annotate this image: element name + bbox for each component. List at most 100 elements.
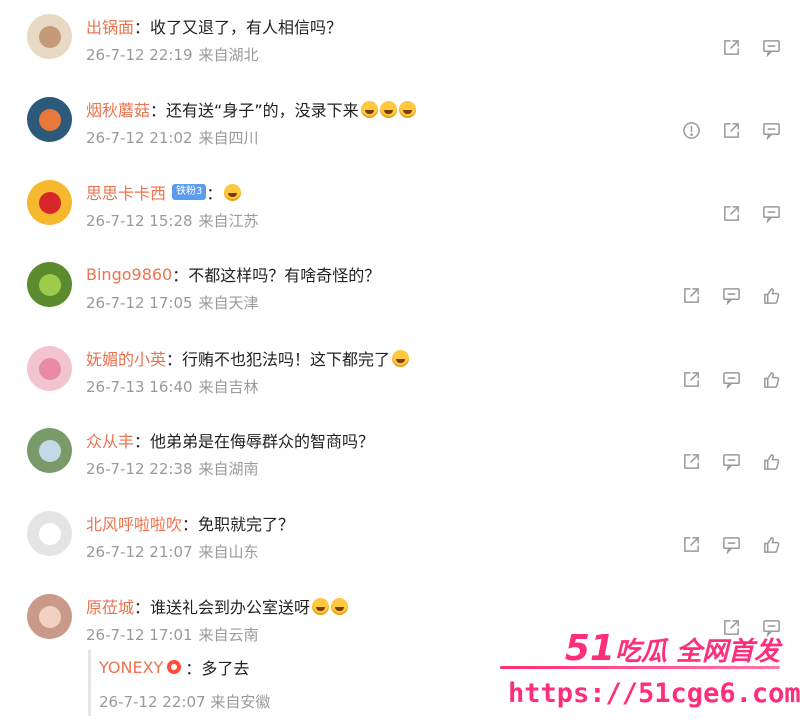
avatar-image bbox=[38, 439, 61, 462]
comment-item: Bingo9860：不都这样吗？有啥奇怪的？ 26-7-12 17:05 来自天津 bbox=[0, 248, 800, 331]
watermark-url: https://51cge6.com bbox=[508, 678, 800, 709]
username[interactable]: 北风呼啦啦吹 bbox=[86, 511, 182, 535]
comment-icon[interactable] bbox=[720, 284, 742, 306]
username[interactable]: 思思卡卡西 bbox=[86, 180, 166, 204]
comment-line: 思思卡卡西 铁粉3： bbox=[86, 180, 242, 204]
reply-line: YONEXY ： 多了去 bbox=[99, 655, 349, 679]
like-icon[interactable] bbox=[760, 284, 782, 306]
comment-text: 他弟弟是在侮辱群众的智商吗？ bbox=[150, 432, 375, 451]
avatar[interactable] bbox=[27, 262, 72, 307]
like-icon[interactable] bbox=[760, 533, 782, 555]
colon: ： bbox=[134, 598, 151, 617]
comment-meta: 26-7-12 21:02 来自四川 bbox=[86, 127, 259, 148]
timestamp: 26-7-12 21:07 bbox=[86, 543, 193, 561]
watermark-brand: 51吃瓜 全网首发 bbox=[565, 628, 780, 669]
location: 来自四川 bbox=[198, 129, 259, 147]
avatar-image bbox=[38, 273, 61, 296]
location: 来自吉林 bbox=[198, 378, 259, 396]
avatar[interactable] bbox=[27, 346, 72, 391]
username[interactable]: 出锅面 bbox=[86, 14, 134, 38]
comment-meta: 26-7-12 22:19 来自湖北 bbox=[86, 44, 259, 65]
avatar-image bbox=[38, 191, 61, 214]
location: 来自湖南 bbox=[198, 460, 259, 478]
colon: ： bbox=[166, 350, 183, 369]
reply-username[interactable]: YONEXY bbox=[99, 658, 163, 677]
username[interactable]: 烟秋蘑菇 bbox=[86, 97, 150, 121]
avatar[interactable] bbox=[27, 180, 72, 225]
comment-meta: 26-7-13 16:40 来自吉林 bbox=[86, 376, 259, 397]
avatar[interactable] bbox=[27, 511, 72, 556]
comment-text: 免职就完了？ bbox=[198, 515, 295, 534]
share-icon[interactable] bbox=[720, 36, 742, 58]
share-icon[interactable] bbox=[680, 450, 702, 472]
colon: ： bbox=[182, 515, 199, 534]
reply-location: 来自安徽 bbox=[210, 693, 271, 711]
reply-text: 多了去 bbox=[201, 659, 250, 678]
comment-item: 出锅面：收了又退了，有人相信吗？ 26-7-12 22:19 来自湖北 bbox=[0, 0, 800, 83]
comment-line: Bingo9860：不都这样吗？有啥奇怪的？ bbox=[86, 262, 380, 286]
comment-text: 收了又退了，有人相信吗？ bbox=[150, 18, 343, 37]
comment-line: 出锅面：收了又退了，有人相信吗？ bbox=[86, 14, 342, 38]
share-icon[interactable] bbox=[680, 284, 702, 306]
comment-line: 众从丰：他弟弟是在侮辱群众的智商吗？ bbox=[86, 428, 374, 452]
comment-actions bbox=[662, 450, 782, 472]
comment-icon[interactable] bbox=[720, 533, 742, 555]
timestamp: 26-7-13 16:40 bbox=[86, 378, 193, 396]
colon: ： bbox=[134, 18, 151, 37]
avatar[interactable] bbox=[27, 428, 72, 473]
emoji-icon bbox=[312, 597, 330, 615]
comment-actions bbox=[662, 119, 782, 141]
timestamp: 26-7-12 22:19 bbox=[86, 46, 193, 64]
username[interactable]: 妩媚的小英 bbox=[86, 346, 166, 370]
watermark-bar bbox=[500, 666, 780, 669]
location: 来自江苏 bbox=[198, 212, 259, 230]
avatar[interactable] bbox=[27, 97, 72, 142]
timestamp: 26-7-12 22:38 bbox=[86, 460, 193, 478]
comment-icon[interactable] bbox=[760, 119, 782, 141]
timestamp: 26-7-12 17:05 bbox=[86, 294, 193, 312]
comment-icon[interactable] bbox=[760, 36, 782, 58]
avatar[interactable] bbox=[27, 594, 72, 639]
avatar-image bbox=[38, 108, 61, 131]
location: 来自天津 bbox=[198, 294, 259, 312]
comment-icon[interactable] bbox=[720, 368, 742, 390]
comment-item: 烟秋蘑菇：还有送“身子”的，没录下来 26-7-12 21:02 来自四川 bbox=[0, 83, 800, 166]
share-icon[interactable] bbox=[680, 533, 702, 555]
comment-text: ： bbox=[206, 184, 223, 203]
username[interactable]: 原莅城 bbox=[86, 594, 134, 618]
comment-actions bbox=[662, 284, 782, 306]
emoji-icon bbox=[398, 100, 416, 118]
like-icon[interactable] bbox=[760, 450, 782, 472]
comment-item: 思思卡卡西 铁粉3： 26-7-12 15:28 来自江苏 bbox=[0, 166, 800, 249]
emoji-icon bbox=[360, 100, 378, 118]
timestamp: 26-7-12 17:01 bbox=[86, 626, 193, 644]
avatar-image bbox=[38, 357, 61, 380]
share-icon[interactable] bbox=[720, 119, 742, 141]
report-icon[interactable] bbox=[680, 119, 702, 141]
comment-item: 众从丰：他弟弟是在侮辱群众的智商吗？ 26-7-12 22:38 来自湖南 bbox=[0, 414, 800, 497]
comment-text: 行贿不也犯法吗！这下都完了 bbox=[182, 350, 391, 369]
avatar-image bbox=[38, 522, 61, 545]
avatar[interactable] bbox=[27, 14, 72, 59]
like-icon[interactable] bbox=[760, 368, 782, 390]
username[interactable]: 众从丰 bbox=[86, 428, 134, 452]
comment-icon[interactable] bbox=[760, 202, 782, 224]
comment-line: 原莅城：谁送礼会到办公室送呀 bbox=[86, 594, 349, 618]
colon: ： bbox=[150, 101, 167, 120]
share-icon[interactable] bbox=[680, 368, 702, 390]
comment-line: 北风呼啦啦吹：免职就完了？ bbox=[86, 511, 294, 535]
comment-icon[interactable] bbox=[720, 450, 742, 472]
username[interactable]: Bingo9860 bbox=[86, 265, 172, 284]
comment-line: 妩媚的小英：行贿不也犯法吗！这下都完了 bbox=[86, 346, 410, 370]
reply-comment: YONEXY ： 多了去 26-7-12 22:07 来自安徽 bbox=[88, 650, 349, 716]
emoji-icon bbox=[392, 349, 410, 367]
comment-meta: 26-7-12 21:07 来自山东 bbox=[86, 541, 259, 562]
watermark-brand-number: 51 bbox=[564, 628, 615, 669]
share-icon[interactable] bbox=[720, 202, 742, 224]
timestamp: 26-7-12 15:28 bbox=[86, 212, 193, 230]
location: 来自湖北 bbox=[198, 46, 259, 64]
comment-item: 北风呼啦啦吹：免职就完了？ 26-7-12 21:07 来自山东 bbox=[0, 497, 800, 580]
fan-badge: 铁粉3 bbox=[172, 184, 207, 200]
emoji-icon bbox=[224, 183, 242, 201]
avatar-image bbox=[38, 25, 61, 48]
